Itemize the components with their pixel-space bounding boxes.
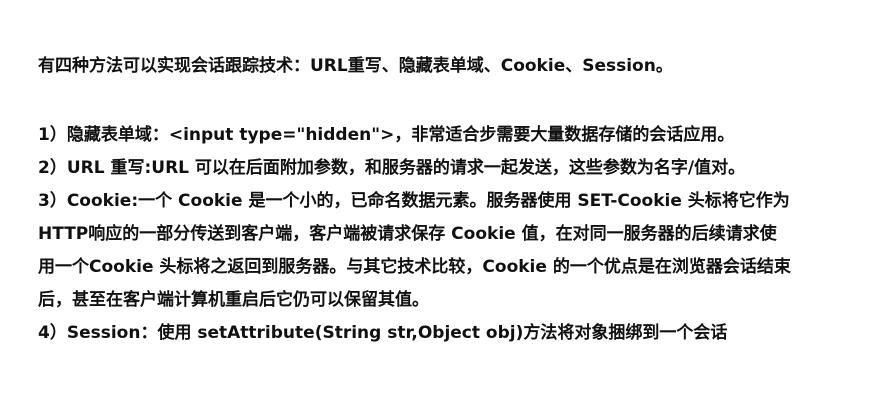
intro-paragraph: 有四种方法可以实现会话跟踪技术：URL重写、隐藏表单域、Cookie、Sessi… <box>38 56 673 76</box>
item-hidden-field: 1）隐藏表单域：<input type="hidden">，非常适合步需要大量数… <box>38 125 735 145</box>
document-body: 有四种方法可以实现会话跟踪技术：URL重写、隐藏表单域、Cookie、Sessi… <box>38 50 868 350</box>
item-url-rewrite: 2）URL 重写:URL 可以在后面附加参数，和服务器的请求一起发送，这些参数为… <box>38 158 746 178</box>
item-cookie-line-1: 3）Cookie:一个 Cookie 是一个小的，已命名数据元素。服务器使用 S… <box>38 191 790 211</box>
item-cookie-line-2: HTTP响应的一部分传送到客户端，客户端被请求保存 Cookie 值，在对同一服… <box>38 224 777 244</box>
item-cookie-line-3: 用一个Cookie 头标将之返回到服务器。与其它技术比较，Cookie 的一个优… <box>38 257 791 277</box>
item-cookie-line-4: 后，甚至在客户端计算机重启后它仍可以保留其值。 <box>38 290 429 310</box>
item-session: 4）Session：使用 setAttribute(String str,Obj… <box>38 323 728 343</box>
